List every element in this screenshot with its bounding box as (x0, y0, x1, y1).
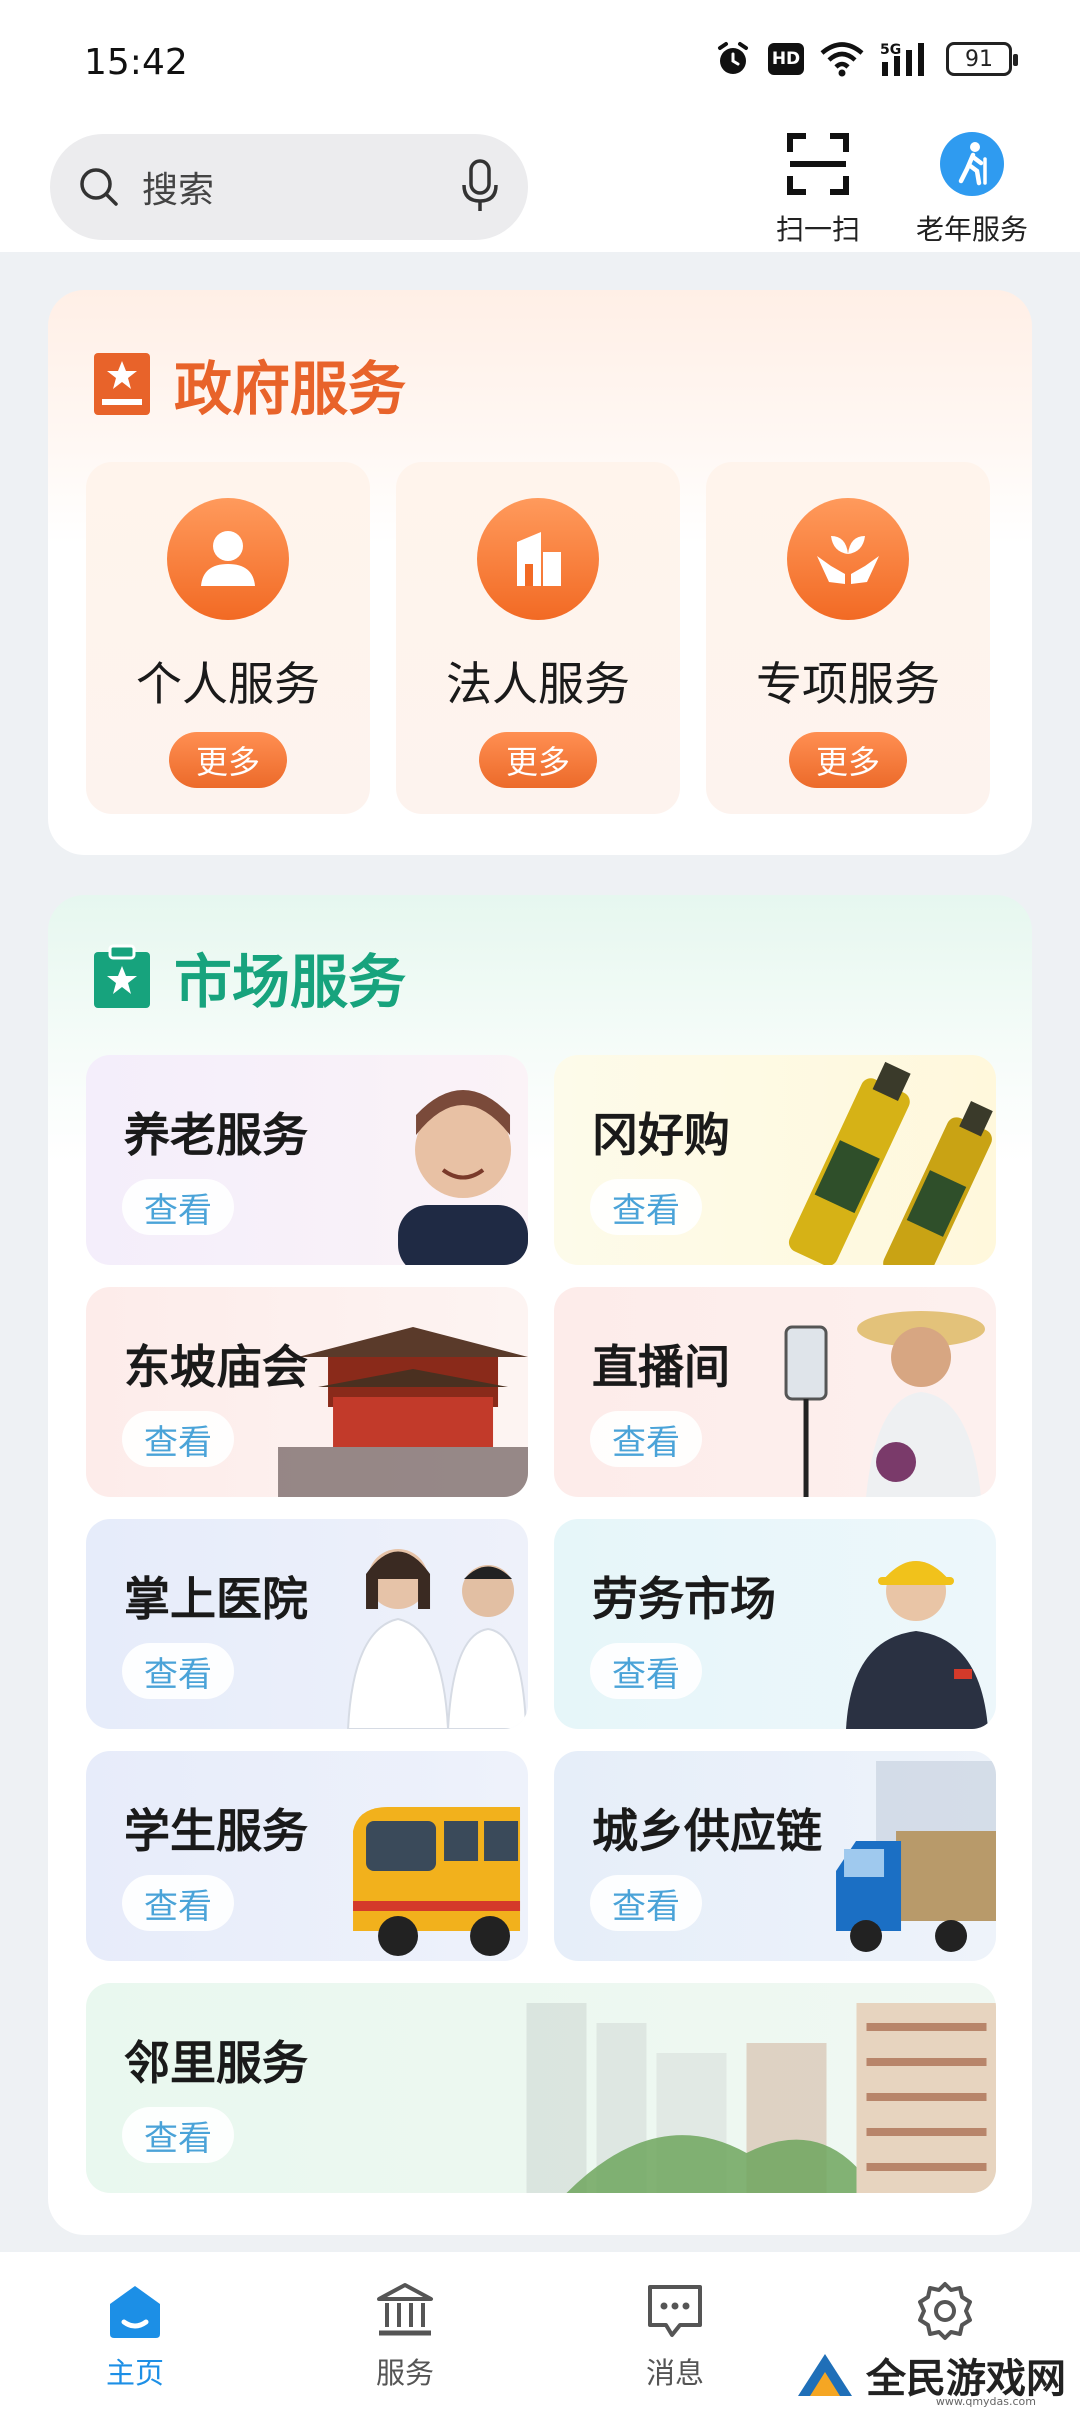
tile-student-service[interactable]: 学生服务 查看 (86, 1751, 528, 1961)
clipboard-star-icon (94, 944, 150, 1008)
view-button[interactable]: 查看 (590, 1643, 702, 1699)
nav-label: 主页 (105, 2356, 164, 2390)
gov-tile-personal[interactable]: 个人服务 更多 (86, 462, 370, 814)
hd-icon: HD (768, 43, 804, 75)
elderly-service-button[interactable]: 老年服务 (902, 126, 1042, 248)
view-button[interactable]: 查看 (590, 1179, 702, 1235)
view-button[interactable]: 查看 (122, 1411, 234, 1467)
microphone-icon[interactable] (460, 159, 500, 215)
gov-tile-label: 法人服务 (446, 657, 630, 711)
view-button[interactable]: 查看 (122, 1875, 234, 1931)
tile-label: 劳务市场 (592, 1572, 776, 1626)
market-services-card: 市场服务 养老服务 查看 冈好购 查看 东坡庙会 查看 直播间 查看 掌上医院 … (48, 895, 1032, 2235)
tile-labor-market[interactable]: 劳务市场 查看 (554, 1519, 996, 1729)
settings-icon (918, 2282, 972, 2340)
tile-supply-chain[interactable]: 城乡供应链 查看 (554, 1751, 996, 1961)
tile-label: 养老服务 (124, 1108, 308, 1162)
more-button[interactable]: 更多 (789, 732, 907, 788)
tile-neighbor-service[interactable]: 邻里服务 查看 (86, 1983, 996, 2193)
person-icon (201, 531, 255, 586)
bottom-nav: 主页 服务 消息 全民游戏网 www.qmydas.com (0, 2252, 1080, 2414)
wifi-icon (820, 42, 864, 77)
gov-tile-special[interactable]: 专项服务 更多 (706, 462, 990, 814)
watermark-logo-icon (798, 2354, 852, 2396)
watermark-url: www.qmydas.com (935, 2395, 1036, 2408)
elderly-label: 老年服务 (915, 213, 1028, 246)
alarm-icon (718, 42, 748, 74)
market-services-title: 市场服务 (174, 948, 407, 1016)
gov-tile-label: 个人服务 (136, 657, 320, 711)
nav-label: 消息 (645, 2356, 704, 2390)
tile-label: 冈好购 (592, 1108, 730, 1162)
view-button[interactable]: 查看 (122, 2107, 234, 2163)
bank-icon (377, 2283, 433, 2336)
market-services-header: 市场服务 (92, 935, 406, 1019)
view-button[interactable]: 查看 (590, 1411, 702, 1467)
oil-bottles-photo (788, 1061, 993, 1265)
more-button[interactable]: 更多 (169, 732, 287, 788)
search-icon (80, 168, 118, 206)
neighborhood-buildings-photo (526, 2003, 996, 2193)
tile-elderly-care[interactable]: 养老服务 查看 (86, 1055, 528, 1265)
tile-label: 学生服务 (124, 1804, 308, 1858)
home-icon (110, 2286, 160, 2338)
gov-services-card: 政府服务 个人服务 更多 法人服务 更多 专项服务 更多 (48, 290, 1032, 855)
watermark: 全民游戏网 www.qmydas.com (794, 2346, 1066, 2408)
scan-label: 扫一扫 (775, 213, 860, 246)
status-icons: HD 5G 91 (714, 40, 1018, 78)
nav-label: 服务 (375, 2356, 434, 2390)
tile-dongpo-fair[interactable]: 东坡庙会 查看 (86, 1287, 528, 1497)
livestream-farmer-photo (784, 1311, 985, 1497)
scan-button[interactable]: 扫一扫 (768, 126, 868, 248)
tile-label: 城乡供应链 (592, 1804, 822, 1858)
more-button[interactable]: 更多 (479, 732, 597, 788)
gov-services-header: 政府服务 (92, 342, 406, 426)
tile-label: 邻里服务 (124, 2036, 308, 2090)
battery-icon: 91 (946, 42, 1018, 76)
tile-gang-shopping[interactable]: 冈好购 查看 (554, 1055, 996, 1265)
gov-services-title: 政府服务 (174, 355, 407, 423)
nav-home[interactable]: 主页 (0, 2252, 270, 2414)
gov-tile-legal[interactable]: 法人服务 更多 (396, 462, 680, 814)
signal-5g-icon: 5G (880, 42, 924, 76)
elderly-walker-icon (940, 132, 1004, 196)
building-icon (517, 532, 561, 586)
gov-tile-label: 专项服务 (756, 657, 940, 711)
tile-label: 东坡庙会 (124, 1340, 308, 1394)
nav-messages[interactable]: 消息 (540, 2252, 810, 2414)
hands-leaf-icon (817, 536, 879, 584)
status-time: 15:42 (84, 42, 188, 83)
view-button[interactable]: 查看 (590, 1875, 702, 1931)
scan-icon (787, 133, 849, 195)
top-bar: 15:42 HD 5G 91 搜索 扫一扫 老年服务 (0, 0, 1080, 252)
message-icon (648, 2285, 702, 2337)
star-badge-icon (94, 353, 150, 415)
tile-mobile-hospital[interactable]: 掌上医院 查看 (86, 1519, 528, 1729)
tile-label: 掌上医院 (124, 1572, 308, 1626)
view-button[interactable]: 查看 (122, 1643, 234, 1699)
search-placeholder: 搜索 (142, 170, 215, 211)
nav-service[interactable]: 服务 (270, 2252, 540, 2414)
tile-label: 直播间 (592, 1340, 730, 1394)
search-input[interactable]: 搜索 (50, 134, 528, 240)
view-button[interactable]: 查看 (122, 1179, 234, 1235)
network-label: 5G (880, 42, 901, 58)
tile-live-room[interactable]: 直播间 查看 (554, 1287, 996, 1497)
